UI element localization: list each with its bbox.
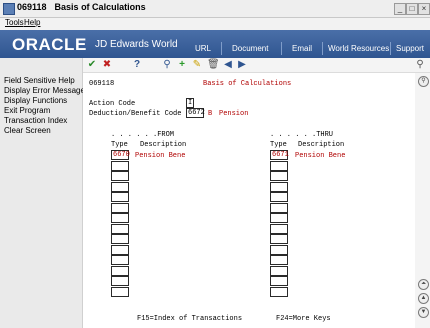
product-name: JD Edwards World (95, 39, 178, 50)
cancel-icon[interactable]: ✖ (101, 59, 113, 71)
app-icon (3, 3, 15, 15)
from-row-description: Pension Bene (135, 151, 186, 160)
nav-support[interactable]: Support (396, 44, 424, 53)
form-screen-title: Basis of Calculations (203, 80, 292, 88)
nav-url[interactable]: URL (195, 44, 211, 53)
thru-description-header: Description (298, 141, 345, 149)
thru-row-type-field[interactable] (270, 160, 288, 171)
nav-separator (221, 42, 222, 55)
sidebar-item-transaction-index[interactable]: Transaction Index (4, 116, 67, 125)
sidebar-item-display-error-message[interactable]: Display Error Message (4, 86, 85, 95)
deduction-type: B (208, 110, 213, 118)
oracle-banner: ORACLE JD Edwards World URL Document Ema… (0, 30, 430, 58)
from-row-type-field[interactable] (111, 265, 129, 276)
scroll-top-icon[interactable]: ⏶ (418, 279, 429, 290)
edit-icon[interactable]: ✎ (191, 59, 203, 71)
from-row-type-field[interactable]: 6670 (111, 150, 130, 160)
from-description-header: Description (140, 141, 187, 149)
action-code-field[interactable]: I (186, 98, 194, 108)
sidebar-item-field-sensitive-help[interactable]: Field Sensitive Help (4, 76, 75, 85)
nav-separator (322, 42, 323, 55)
from-header: . . . . . .FROM (111, 131, 175, 139)
from-row-type-field[interactable] (111, 234, 129, 244)
from-row-type-field[interactable] (111, 255, 129, 265)
maximize-button[interactable]: □ (406, 3, 418, 15)
thru-row-type-field[interactable] (270, 265, 288, 276)
f15-index-of-transactions: F15=Index of Transactions (137, 315, 243, 323)
nav-email[interactable]: Email (292, 44, 312, 53)
window-program-id: 069118 (17, 2, 47, 12)
thru-row-type-field[interactable] (270, 181, 288, 192)
thru-row-type-field[interactable] (270, 286, 288, 297)
binoculars-icon[interactable]: ⚲ (161, 59, 173, 71)
thru-row-type-field[interactable] (270, 202, 288, 213)
previous-icon[interactable]: ◀ (222, 59, 234, 71)
search-icon[interactable]: ⚲ (418, 76, 429, 87)
thru-row-type-field[interactable] (270, 234, 288, 244)
right-scroll-controls: ⚲ ⏶ ▲ ▼ (415, 73, 430, 328)
nav-world-resources[interactable]: World Resources (328, 44, 389, 53)
thru-row-description: Pension Bene (295, 151, 346, 160)
window-title: 069118 Basis of Calculations (17, 2, 146, 12)
toolbar: ✔ ✖ ? ⚲ + ✎ 🗑 ◀ ▶ ⚲ (83, 58, 430, 73)
menu-help[interactable]: Help (24, 18, 40, 27)
sidebar: Field Sensitive Help Display Error Messa… (0, 58, 85, 328)
window-title-text: Basis of Calculations (54, 2, 146, 12)
from-row-type-field[interactable] (111, 286, 129, 297)
add-icon[interactable]: + (176, 59, 188, 71)
from-type-header: Type (111, 141, 128, 149)
from-row-type-field[interactable] (111, 192, 129, 202)
deduction-code-field[interactable]: 6672 (186, 108, 205, 118)
nav-separator (390, 42, 391, 55)
form-program-id: 069118 (89, 80, 115, 88)
page-up-icon[interactable]: ▲ (418, 293, 429, 304)
from-row-type-field[interactable] (111, 244, 129, 255)
form-area: 069118 Basis of Calculations Action Code… (83, 73, 415, 328)
from-row-type-field[interactable] (111, 223, 129, 234)
delete-icon[interactable]: 🗑 (207, 59, 220, 71)
nav-document[interactable]: Document (232, 44, 268, 53)
thru-row-type-field[interactable] (270, 244, 288, 255)
sidebar-item-display-functions[interactable]: Display Functions (4, 96, 67, 105)
sidebar-item-exit-program[interactable]: Exit Program (4, 106, 50, 115)
check-icon[interactable]: ✔ (86, 59, 98, 71)
thru-row-type-field[interactable] (270, 223, 288, 234)
from-row-type-field[interactable] (111, 276, 129, 286)
thru-row-type-field[interactable] (270, 276, 288, 286)
thru-type-header: Type (270, 141, 287, 149)
thru-header: . . . . . .THRU (270, 131, 334, 139)
thru-row-type-field[interactable]: 6671 (270, 150, 289, 160)
thru-row-type-field[interactable] (270, 192, 288, 202)
from-row-type-field[interactable] (111, 160, 129, 171)
action-code-label: Action Code (89, 100, 136, 108)
next-icon[interactable]: ▶ (236, 59, 248, 71)
page-down-icon[interactable]: ▼ (418, 307, 429, 318)
thru-row-type-field[interactable] (270, 255, 288, 265)
menu-tools[interactable]: Tools (5, 18, 24, 27)
title-bar: 069118 Basis of Calculations _ □ × (0, 0, 430, 18)
search-icon[interactable]: ⚲ (414, 59, 426, 71)
f24-more-keys: F24=More Keys (276, 315, 331, 323)
close-button[interactable]: × (418, 3, 430, 15)
deduction-label: Deduction/Benefit Code (89, 110, 182, 118)
thru-row-type-field[interactable] (270, 171, 288, 181)
sidebar-item-clear-screen[interactable]: Clear Screen (4, 126, 51, 135)
menu-bar: Tools Help (0, 18, 430, 30)
nav-separator (281, 42, 282, 55)
deduction-description: Pension (219, 110, 249, 118)
minimize-button[interactable]: _ (394, 3, 406, 15)
thru-row-type-field[interactable] (270, 213, 288, 223)
from-row-type-field[interactable] (111, 181, 129, 192)
from-row-type-field[interactable] (111, 171, 129, 181)
from-row-type-field[interactable] (111, 202, 129, 213)
from-row-type-field[interactable] (111, 213, 129, 223)
help-icon[interactable]: ? (131, 59, 143, 71)
oracle-logo: ORACLE (12, 35, 87, 54)
